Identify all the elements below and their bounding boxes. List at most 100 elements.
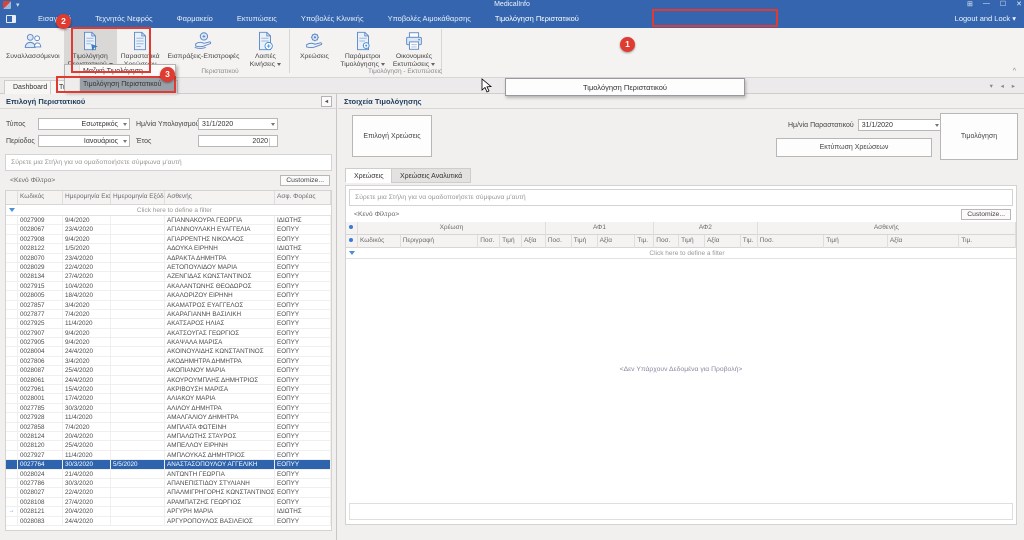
ribbon-button-financial-prints[interactable]: Οικονομικές Εκτυπώσεις [389,29,439,68]
table-row[interactable]: 002806124/4/2020ΑΚΟΥΡΟΥΜΠΛΗΣ ΔΗΜΗΤΡΙΟΣΕΟ… [6,376,331,385]
table-row[interactable]: 002802922/4/2020ΑΕΤΟΠΟΥΛΙΔΟΥ ΜΑΡΙΑΕΟΠΥΥ [6,263,331,272]
minimize-button[interactable]: — [983,0,990,8]
column-header[interactable]: Ποσ. [758,235,825,248]
logout-and-lock-button[interactable]: Logout and Lock ▾ [955,14,1016,23]
column-header[interactable]: Τιμ. [635,235,654,248]
table-row[interactable]: 00278573/4/2020ΑΚΑΜΑΤΡΟΣ ΕΥΑΓΓΕΛΟΣΕΟΠΥΥ [6,301,331,310]
customize-button[interactable]: Customize... [961,209,1011,220]
ribbon-button-other-movements[interactable]: Λοιπές Κινήσεις [243,29,287,68]
ribbon-button-charges[interactable]: Χρεώσεις [292,29,336,61]
type-select[interactable]: Εσωτερικός [38,118,130,130]
charges-grid-filter-row[interactable]: Click here to define a filter [346,248,1016,259]
table-row[interactable]: 002792811/4/2020ΑΜΑΛΓΑΛΙΟΥ ΔΗΜΗΤΡΑΕΟΠΥΥ [6,413,331,422]
column-header[interactable]: Κωδικός [18,191,63,204]
customize-button[interactable]: Customize... [280,175,330,186]
patients-grid-filter-row[interactable]: Click here to define a filter [6,205,331,216]
menu-tab-2[interactable]: Φαρμακείο [165,10,225,28]
column-header[interactable]: Ποσ. [546,235,572,248]
window-style-button[interactable]: ⊞ [967,0,973,8]
menu-tab-5[interactable]: Υποβολές Αιμοκάθαρσης [376,10,483,28]
column-header[interactable]: Αξία [522,235,546,248]
table-row[interactable]: 002778530/3/2020ΑΛΙΛΟΥ ΔΗΜΗΤΡΑΕΟΠΥΥ [6,404,331,413]
table-row[interactable]: 002800518/4/2020ΑΚΑΛΟΡΙΖΟΥ ΕΙΡΗΝΗΕΟΠΥΥ [6,291,331,300]
doc-date-input[interactable]: 31/1/2020 [858,119,942,131]
tab-charges-detailed[interactable]: Χρεώσεις Αναλυτικά [391,168,471,183]
table-row[interactable]: 002791510/4/2020ΑΚΑΛΑΝΤΩΝΗΣ ΘΕΟΔΩΡΟΣΕΟΠΥ… [6,282,331,291]
table-row[interactable]: 002813427/4/2020ΑΖΕΝΓΙΔΑΣ ΚΩΝΣΤΑΝΤΙΝΟΣΕΟ… [6,272,331,281]
column-header[interactable]: Ποσ. [654,235,679,248]
empty-filter-label[interactable]: <Κενό Φίλτρο> [10,177,55,184]
table-row[interactable]: 002812420/4/2020ΑΜΠΑΛΩΤΗΣ ΣΤΑΥΡΟΣΕΟΠΥΥ [6,432,331,441]
maximize-button[interactable]: ☐ [1000,0,1006,8]
table-row[interactable]: 00279059/4/2020ΑΚΑΨΑΛΑ ΜΑΡΙΣΑΕΟΠΥΥ [6,338,331,347]
calc-date-input[interactable]: 31/1/2020 [198,118,278,130]
collapse-panel-button[interactable]: ◂ [321,96,332,107]
table-row[interactable]: 002778630/3/2020ΑΠΑΝΕΠΙΣΤΙΔΟΥ ΣΤΥΛΙΑΝΗΕΟ… [6,479,331,488]
table-row[interactable]: 002802421/4/2020ΑΝΤΩΝΤΗ ΓΕΩΡΓΙΑΕΟΠΥΥ [6,470,331,479]
column-header[interactable]: Αξία [598,235,636,248]
table-row[interactable]: 00279089/4/2020ΑΓΙΑΡΡΕΝΤΗΣ ΝΙΚΟΛΑΟΣΕΟΠΥΥ [6,235,331,244]
column-group-header[interactable]: Ασθενής [758,222,1016,235]
column-header[interactable]: Τιμή [500,235,522,248]
column-header[interactable]: Κωδικός [358,235,401,248]
column-header[interactable]: Ασθενής [165,191,275,204]
year-stepper[interactable]: 2020 [198,135,278,147]
table-row[interactable]: 002806723/4/2020ΑΓΙΑΝΝΟΥΛΑΚΗ ΕΥΑΓΓΕΛΙΑΕΟ… [6,225,331,234]
empty-filter-label[interactable]: <Κενό Φίλτρο> [354,211,399,218]
tab-charges[interactable]: Χρεώσεις [345,168,393,183]
table-row[interactable]: 00279079/4/2020ΑΚΑΤΣΟΥΓΑΣ ΓΕΩΡΓΙΟΣΕΟΠΥΥ [6,329,331,338]
menu-tab-4[interactable]: Υποβολές Κλινικής [289,10,376,28]
column-header[interactable]: Αξία [888,235,960,248]
column-header[interactable]: Τιμή [679,235,705,248]
table-row[interactable]: 002802722/4/2020ΑΠΑΛΜΙΓΡΗΓΟΡΗΣ ΚΩΝΣΤΑΝΤΙ… [6,488,331,497]
table-row[interactable]: 002807023/4/2020ΑΔΡΑΚΤΑ ΔΗΜΗΤΡΑΕΟΠΥΥ [6,254,331,263]
table-row[interactable]: 002796115/4/2020ΑΚΡΙΒΟΥΣΗ ΜΑΡΙΣΑΕΟΠΥΥ [6,385,331,394]
ribbon-button-receipts-refunds[interactable]: Εισπράξεις-Επιστροφές [164,29,244,61]
file-menu-icon[interactable] [6,15,16,23]
ribbon-button-billing-parameters[interactable]: Παράμετροι Τιμολόγησης [336,29,388,68]
tab-scroll-icons[interactable]: ▾ ◂ ▸ [990,82,1018,90]
table-row[interactable]: 00278777/4/2020ΑΚΑΡΑΓΙΑΝΝΗ ΒΑΣΙΛΙΚΗΕΟΠΥΥ [6,310,331,319]
table-row[interactable]: 002800117/4/2020ΑΛΙΑΚΟΥ ΜΑΡΙΑΕΟΠΥΥ [6,394,331,403]
column-header[interactable]: Τιμή [824,235,888,248]
table-row[interactable]: 00278063/4/2020ΑΚΟΔΗΜΗΤΡΑ ΔΗΜΗΤΡΑΕΟΠΥΥ [6,357,331,366]
close-button[interactable]: ✕ [1016,0,1022,8]
column-header[interactable]: Αξία [705,235,741,248]
table-row[interactable]: 00278587/4/2020ΑΜΠΛΑΤΑ ΦΩΤΕΙΝΗΕΟΠΥΥ [6,423,331,432]
table-row[interactable]: 002812025/4/2020ΑΜΠΕΛΛΟΥ ΕΙΡΗΝΗΕΟΠΥΥ [6,441,331,450]
table-row[interactable]: →002812120/4/2020ΑΡΓΥΡΗ ΜΑΡΙΑΙΔΙΩΤΗΣ [6,507,331,516]
tab-dashboard[interactable]: Dashboard [4,80,56,94]
table-row[interactable]: 002792511/4/2020ΑΚΑΤΣΑΡΟΣ ΗΛΙΑΣΕΟΠΥΥ [6,319,331,328]
ribbon-button-counterparties[interactable]: Συναλλασσόμενοι [2,29,64,61]
menu-tab-1[interactable]: Τεχνητός Νεφρός [83,10,164,28]
column-header[interactable]: Ημερομηνία Εξόδου [111,191,165,204]
column-group-header[interactable]: ΑΦ2 [654,222,757,235]
table-row[interactable]: 00281221/5/2020ΑΔΟΥΚΑ ΕΙΡΗΝΗΙΔΙΩΤΗΣ [6,244,331,253]
table-row[interactable]: 002808725/4/2020ΑΚΟΠΙΑΝΟΥ ΜΑΡΙΑΕΟΠΥΥ [6,366,331,375]
column-group-header[interactable]: ΑΦ1 [546,222,654,235]
menu-tab-6[interactable]: Τιμολόγηση Περιστατικού [483,10,591,28]
group-by-bar[interactable]: Σύρετε μια Στήλη για να ομαδοποιήσετε σύ… [349,189,1013,206]
column-header[interactable]: Περιγραφή [401,235,479,248]
ribbon-collapse-icon[interactable]: ^ [1013,68,1016,75]
table-row[interactable]: 002810827/4/2020ΑΡΑΜΠΑΤΖΗΣ ΓΕΩΡΓΙΟΣΕΟΠΥΥ [6,498,331,507]
table-row[interactable]: 002808324/4/2020ΑΡΓΥΡΟΠΟΥΛΟΣ ΒΑΣΙΛΕΙΟΣΕΟ… [6,517,331,526]
invoice-button[interactable]: Τιμολόγηση [940,113,1018,160]
menu-tab-0[interactable]: Εισαγωγή [26,10,83,28]
group-by-bar[interactable]: Σύρετε μια Στήλη για να ομαδοποιήσετε σύ… [5,154,332,171]
print-charges-button[interactable]: Εκτύπωση Χρεώσεων [776,138,932,157]
column-header[interactable]: Ασφ. Φορέας [275,191,331,204]
table-row[interactable]: 002776430/3/20205/5/2020ΑΝΑΣΤΑΣΟΠΟΥΛΟΥ Α… [6,460,331,469]
select-charges-button[interactable]: Επιλογή Χρεώσεις [352,115,432,157]
table-row[interactable]: 002800424/4/2020ΑΚΟΙΝΟΥΛΙΔΗΣ ΚΩΝΣΤΑΝΤΙΝΟ… [6,347,331,356]
table-row[interactable]: 002792711/4/2020ΑΜΠΛΟΥΚΑΣ ΔΗΜΗΤΡΙΟΣΕΟΠΥΥ [6,451,331,460]
menu-tab-3[interactable]: Εκτυπώσεις [225,10,289,28]
column-header[interactable]: Τιμ. [959,235,1016,248]
column-header[interactable]: Τιμ. [741,235,758,248]
column-header[interactable]: Ποσ. [478,235,500,248]
period-select[interactable]: Ιανουάριος [38,135,130,147]
column-header[interactable]: Τιμή [572,235,598,248]
column-group-header[interactable]: Χρέωση [358,222,546,235]
column-header[interactable]: Ημερομηνία Εισ [63,191,111,204]
table-row[interactable]: 00279099/4/2020ΑΓΙΑΝΝΑΚΟΥΡΑ ΓΕΩΡΓΙΑΙΔΙΩΤ… [6,216,331,225]
